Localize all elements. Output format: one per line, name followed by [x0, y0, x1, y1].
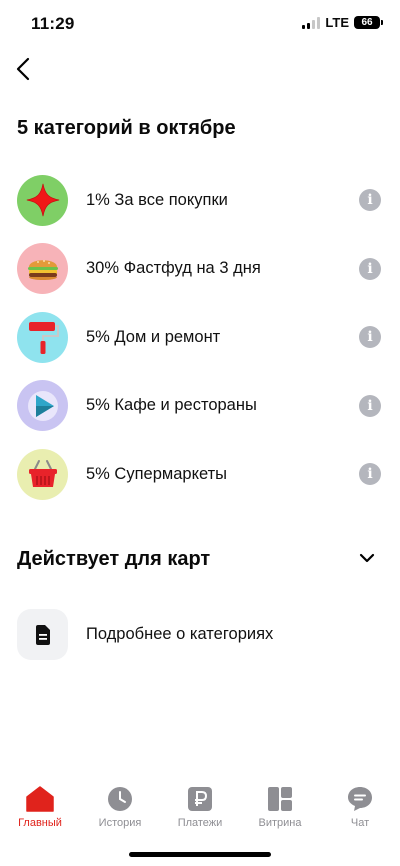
- info-icon[interactable]: i: [359, 257, 381, 280]
- play-icon: [17, 380, 68, 432]
- paint-roller-icon: [17, 311, 68, 363]
- clock-icon: [107, 784, 133, 814]
- categories-details-link[interactable]: Подробнее о категориях: [0, 609, 400, 663]
- home-icon: [26, 784, 54, 814]
- tab-bar: Главный История Платежи Витрина Чат: [0, 778, 400, 838]
- signal-icon: [302, 16, 321, 29]
- tab-payments[interactable]: Платежи: [160, 778, 240, 838]
- info-icon[interactable]: i: [359, 463, 381, 486]
- info-icon[interactable]: i: [359, 394, 381, 417]
- tab-showcase[interactable]: Витрина: [240, 778, 320, 838]
- showcase-icon: [267, 784, 293, 814]
- burger-icon: [17, 243, 68, 295]
- home-indicator: [129, 852, 271, 857]
- tab-label: Чат: [350, 817, 370, 829]
- tab-home[interactable]: Главный: [0, 778, 80, 838]
- category-label: 5% Дом и ремонт: [86, 327, 221, 346]
- category-list: 1% За все покупки i 30% Фастфуд на 3 дня…: [0, 166, 400, 509]
- tab-label: Платежи: [177, 817, 223, 829]
- category-label: 1% За все покупки: [86, 190, 228, 209]
- category-label: 5% Кафе и рестораны: [86, 396, 257, 415]
- status-time: 11:29: [31, 14, 75, 33]
- section-title: Действует для карт: [17, 548, 211, 570]
- category-row-all-purchases[interactable]: 1% За все покупки i: [0, 166, 400, 235]
- basket-icon: [17, 448, 68, 500]
- category-label: 30% Фастфуд на 3 дня: [86, 259, 261, 278]
- ruble-icon: [187, 784, 213, 814]
- info-icon[interactable]: i: [359, 326, 381, 349]
- tab-history[interactable]: История: [80, 778, 160, 838]
- category-row-home-repair[interactable]: 5% Дом и ремонт i: [0, 303, 400, 372]
- info-icon[interactable]: i: [359, 189, 381, 212]
- status-bar: 11:29 LTE 66: [0, 0, 400, 48]
- tab-label: История: [98, 817, 142, 829]
- battery-level: 66: [361, 17, 373, 28]
- chat-icon: [347, 784, 373, 814]
- document-icon: [17, 609, 68, 660]
- cards-section-toggle[interactable]: Действует для карт: [0, 540, 400, 580]
- details-label: Подробнее о категориях: [86, 625, 274, 643]
- star-icon: [17, 174, 68, 226]
- tab-chat[interactable]: Чат: [320, 778, 400, 838]
- battery-icon: 66: [354, 16, 383, 29]
- category-row-cafe[interactable]: 5% Кафе и рестораны i: [0, 372, 400, 441]
- tab-label: Главный: [18, 817, 62, 829]
- network-type: LTE: [325, 15, 349, 30]
- back-button[interactable]: [8, 54, 38, 84]
- chevron-down-icon: [359, 553, 375, 563]
- category-row-fastfood[interactable]: 30% Фастфуд на 3 дня i: [0, 235, 400, 304]
- category-row-supermarkets[interactable]: 5% Супермаркеты i: [0, 440, 400, 509]
- status-indicators: LTE 66: [302, 15, 383, 30]
- tab-label: Витрина: [258, 817, 302, 829]
- category-label: 5% Супермаркеты: [86, 464, 228, 483]
- page-title: 5 категорий в октябре: [17, 117, 236, 139]
- chevron-left-icon: [16, 57, 30, 81]
